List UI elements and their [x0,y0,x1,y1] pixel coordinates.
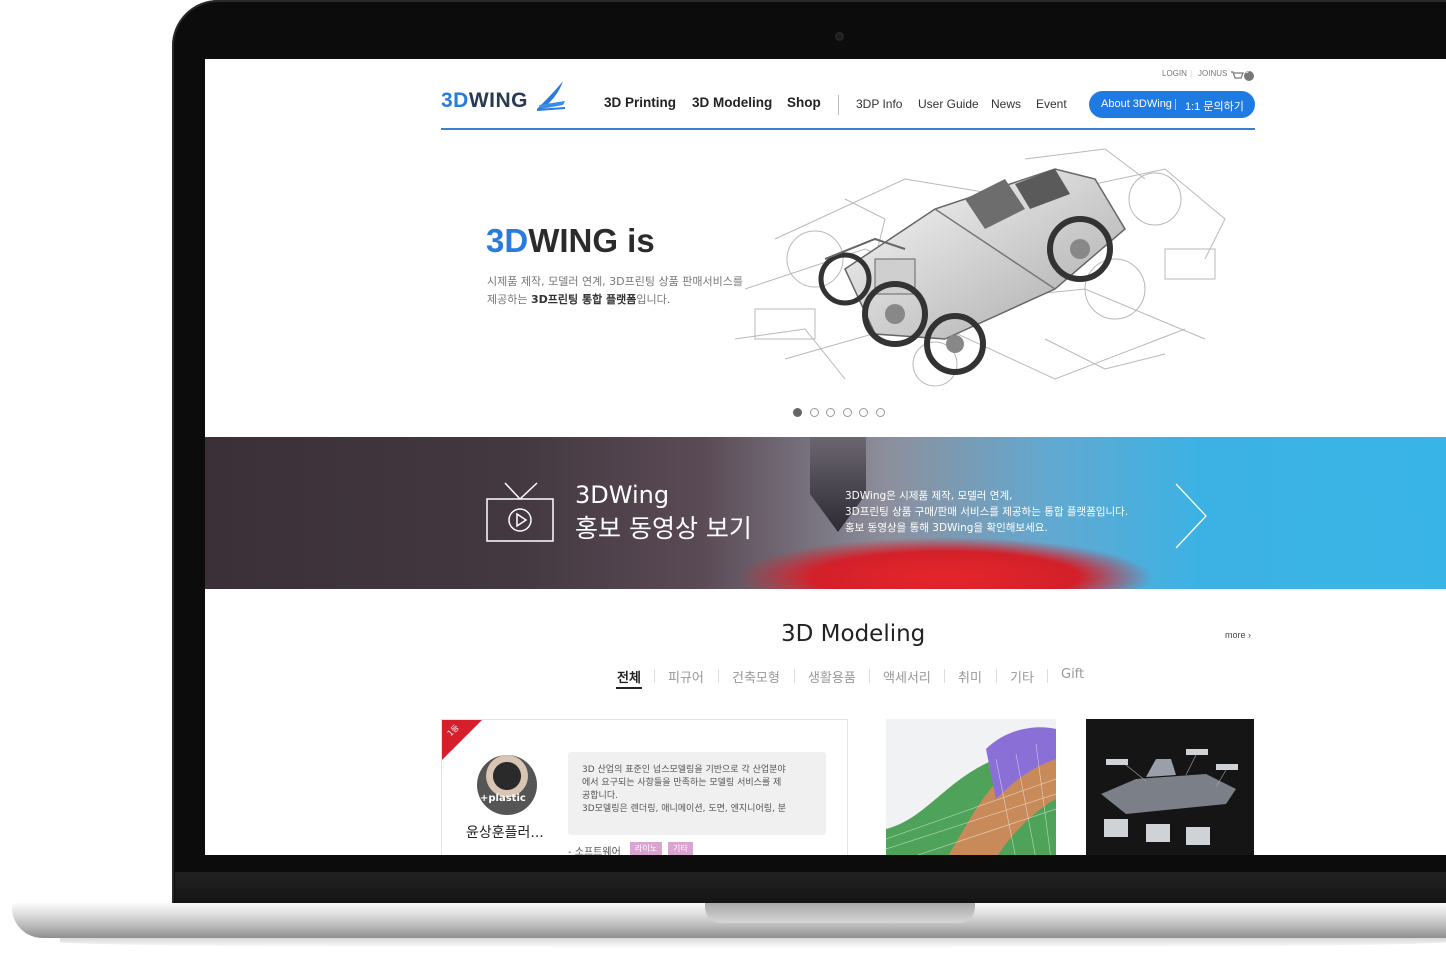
nav-event[interactable]: Event [1036,97,1067,111]
cart-count: 0 [1245,68,1249,75]
category-divider [654,669,655,683]
slide-dot[interactable] [876,408,885,417]
hero-desc-line-2: 제공하는 3D프린팅 통합 플랫폼입니다. [487,291,743,309]
promo-video-banner[interactable]: 3DWing 홍보 동영상 보기 3DWing은 시제품 제작, 모델러 연계,… [205,437,1446,589]
site-logo[interactable]: 3DWING [441,89,528,113]
hero-title-accent: 3D [486,222,529,259]
slide-dot[interactable] [826,408,835,417]
banner-desc-1: 3DWing은 시제품 제작, 모델러 연계, [845,490,1013,502]
cart-icon[interactable] [1230,67,1254,86]
laptop-notch [705,903,975,923]
category-gift[interactable]: Gift [1061,667,1084,682]
banner-desc-2: 3D프린팅 상품 구매/판매 서비스를 제공하는 통합 플랫폼입니다. [845,506,1129,518]
nav-shop[interactable]: Shop [787,95,821,110]
category-living[interactable]: 생활용품 [808,667,856,686]
nav-3dp-info[interactable]: 3DP Info [856,97,902,111]
hero-title: 3DWING is [486,222,655,260]
modeler-name[interactable]: 윤상훈플러... [466,822,544,842]
modeler-card[interactable]: 1등 +plastic 윤상훈플러... 3D 산업의 표준인 넙스모델링을 기… [441,719,848,855]
category-architecture[interactable]: 건축모형 [732,667,780,686]
rank-ribbon-label: 1등 [445,722,461,739]
nav-news[interactable]: News [991,97,1021,111]
banner-print-bed [735,537,1155,589]
banner-title-1: 3DWing [575,481,670,509]
wing-logo-icon [535,79,567,117]
rank-ribbon: 1등 [442,720,483,761]
banner-title-2: 홍보 동영상 보기 [575,514,752,543]
camera-icon [835,32,844,41]
category-all[interactable]: 전체 [617,667,641,686]
submarine-render-image [1086,719,1254,855]
hero-car-illustration [734,148,1226,387]
hero-description: 시제품 제작, 모델러 연계, 3D프린팅 상품 판매서비스를 제공하는 3D프… [487,273,743,309]
about-inquiry-pill: About 3DWing 1:1 문의하기 [1089,91,1255,118]
category-divider [718,669,719,683]
slide-dot[interactable] [793,408,802,417]
chevron-right-icon[interactable] [1173,481,1209,551]
model-thumbnail-submarine[interactable] [1086,719,1254,855]
nav-divider [838,95,839,115]
modeler-description: 3D 산업의 표준인 넙스모델링을 기반으로 각 산업분야 에서 요구되는 사항… [568,752,826,835]
category-divider [996,669,997,683]
category-divider [1047,669,1048,683]
category-divider [944,669,945,683]
util-separator: | [1190,69,1193,78]
avatar: +plastic [477,755,537,815]
nav-3d-printing[interactable]: 3D Printing [604,95,676,110]
nav-user-guide[interactable]: User Guide [918,97,979,111]
nav-underline [441,128,1255,130]
tv-play-icon [486,482,554,542]
banner-description: 3DWing은 시제품 제작, 모델러 연계, 3D프린팅 상품 구매/판매 서… [845,488,1128,536]
hero-title-rest: WING is [528,222,655,259]
description-line: 3D 산업의 표준인 넙스모델링을 기반으로 각 산업분야 [582,765,786,775]
inquiry-button[interactable]: 1:1 문의하기 [1185,98,1244,114]
login-link[interactable]: LOGIN [1162,69,1187,78]
software-tag[interactable]: 기타 [668,842,693,855]
software-label: - 소프트웨어 [568,847,621,855]
nav-3d-modeling[interactable]: 3D Modeling [692,95,772,110]
section-title: 3D Modeling [781,621,926,647]
about-3dwing-button[interactable]: About 3DWing [1101,98,1172,110]
category-active-underline [616,687,642,689]
hero-desc-bold: 3D프린팅 통합 플랫폼 [530,293,637,306]
hero-desc-line-1: 시제품 제작, 모델러 연계, 3D프린팅 상품 판매서비스를 [487,275,743,288]
slide-dot[interactable] [859,408,868,417]
hero-desc-pre: 제공하는 [487,293,531,306]
logo-part-1: 3D [441,89,469,112]
avatar-caption: +plastic [480,793,526,804]
more-link[interactable]: more › [1225,630,1251,640]
browser-screen: LOGIN | JOINUS 0 3DWING 3D Printing 3D M… [205,59,1446,855]
pill-divider [1175,99,1176,110]
category-label: 전체 [617,671,641,686]
category-divider [869,669,870,683]
laptop-bezel-chin [175,872,1446,904]
model-thumbnail-architecture[interactable] [886,719,1056,855]
category-figure[interactable]: 피규어 [668,667,704,686]
slide-dot[interactable] [810,408,819,417]
slide-dot[interactable] [843,408,852,417]
category-divider [794,669,795,683]
banner-desc-3: 홍보 동영상을 통해 3DWing을 확인해보세요. [845,522,1048,534]
logo-part-2: WING [468,89,529,112]
category-hobby[interactable]: 취미 [958,667,982,686]
join-link[interactable]: JOINUS [1198,69,1227,78]
description-line: 3D모델링은 렌더링, 애니메이션, 도면, 엔지니어링, 분 [582,804,787,814]
hero-desc-post: 입니다. [636,293,671,306]
software-tag[interactable]: 라이노 [630,842,663,855]
description-line: 에서 요구되는 사항들을 만족하는 모델링 서비스를 제 [582,778,782,788]
description-line: 공합니다. [582,791,618,801]
architecture-render-image [886,719,1056,855]
category-etc[interactable]: 기타 [1010,667,1034,686]
category-accessory[interactable]: 액세서리 [883,667,931,686]
